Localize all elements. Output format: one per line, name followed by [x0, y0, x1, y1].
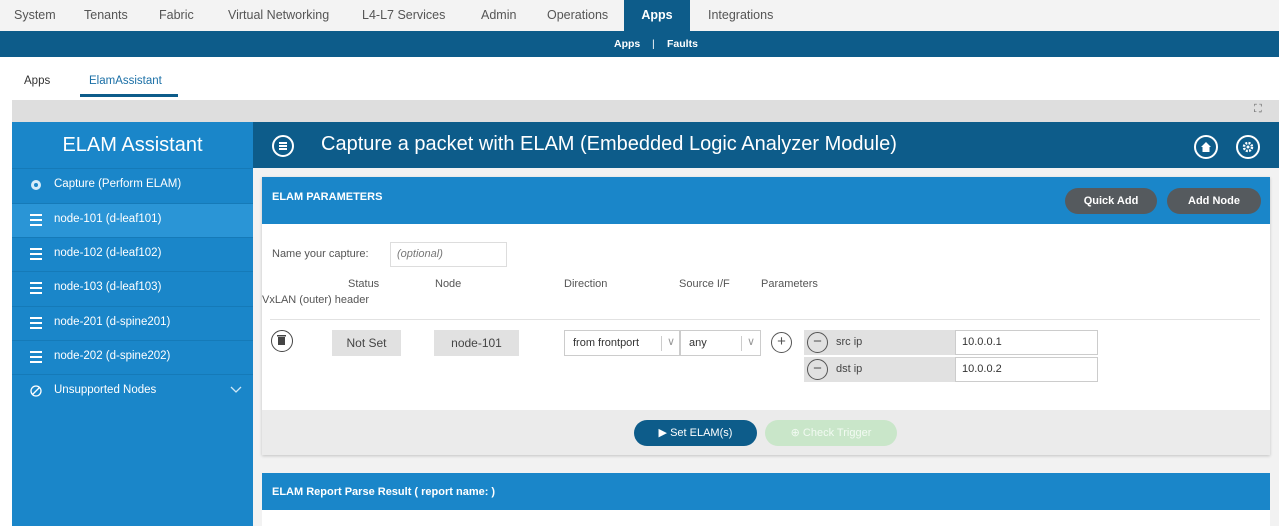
sidebar-item-node-101[interactable]: node-101 (d-leaf101) — [12, 203, 253, 237]
column-source-if: Source I/F — [679, 278, 730, 290]
expand-icon[interactable]: ⛶ — [1254, 103, 1262, 116]
sidebar-item-label: node-103 (d-leaf103) — [54, 281, 162, 293]
subnav-faults[interactable]: Faults — [667, 31, 698, 57]
check-trigger-icon: ⊕ — [790, 427, 800, 439]
sidebar-item-label: node-201 (d-spine201) — [54, 316, 171, 328]
active-tab-indicator — [80, 94, 178, 97]
server-icon — [30, 214, 42, 226]
top-nav: System Tenants Fabric Virtual Networking… — [0, 0, 1279, 31]
gear-icon[interactable] — [1236, 135, 1260, 159]
sidebar-item-node-201[interactable]: node-201 (d-spine201) — [12, 306, 253, 340]
nav-admin[interactable]: Admin — [481, 0, 516, 31]
nav-integrations[interactable]: Integrations — [708, 0, 773, 31]
sidebar-item-unsupported[interactable]: Unsupported Nodes — [12, 374, 253, 408]
capture-icon — [30, 179, 42, 191]
server-icon — [30, 248, 42, 260]
page-title: Capture a packet with ELAM (Embedded Log… — [321, 133, 897, 155]
set-elam-label: Set ELAM(s) — [670, 427, 733, 439]
nav-operations[interactable]: Operations — [547, 0, 608, 31]
nav-apps[interactable]: Apps — [624, 0, 690, 31]
nav-l4-l7-services[interactable]: L4-L7 Services — [362, 0, 445, 31]
add-parameter-icon[interactable]: + — [771, 332, 792, 353]
check-trigger-label: Check Trigger — [802, 427, 872, 439]
direction-select[interactable]: from frontport ∨ — [564, 330, 680, 356]
subnav-apps[interactable]: Apps — [614, 31, 640, 57]
select-divider — [661, 336, 662, 351]
column-parameters: Parameters — [761, 278, 818, 290]
sidebar-item-node-202[interactable]: node-202 (d-spine202) — [12, 340, 253, 374]
parameter-dst-ip: − dst ip — [804, 357, 956, 382]
status-badge: Not Set — [332, 330, 401, 356]
source-if-value: any — [689, 337, 707, 349]
remove-parameter-icon[interactable]: − — [807, 332, 828, 353]
source-if-select[interactable]: any ∨ — [680, 330, 761, 356]
server-icon — [30, 351, 42, 363]
parameter-src-ip: − src ip — [804, 330, 956, 355]
sidebar-item-capture[interactable]: Capture (Perform ELAM) — [12, 168, 253, 202]
server-icon — [30, 282, 42, 294]
sidebar-item-node-102[interactable]: node-102 (d-leaf102) — [12, 237, 253, 271]
app-tabs: Apps ElamAssistant — [0, 57, 1279, 100]
select-divider — [741, 336, 742, 351]
row-divider — [270, 319, 1260, 320]
play-icon: ▶ — [658, 427, 668, 439]
chevron-down-icon[interactable] — [230, 385, 242, 397]
card-title: ELAM PARAMETERS — [272, 191, 383, 203]
add-node-button[interactable]: Add Node — [1167, 188, 1261, 214]
tab-apps[interactable]: Apps — [24, 75, 50, 87]
frame-toolbar — [12, 100, 1279, 122]
trash-icon[interactable] — [271, 330, 293, 352]
capture-name-input[interactable]: (optional) — [390, 242, 507, 267]
sidebar-item-label: Unsupported Nodes — [54, 384, 157, 396]
nav-system[interactable]: System — [14, 0, 56, 31]
report-body — [262, 510, 1270, 526]
remove-parameter-icon[interactable]: − — [807, 359, 828, 380]
menu-icon[interactable] — [272, 135, 294, 157]
direction-value: from frontport — [573, 337, 640, 349]
chevron-down-icon: ∨ — [667, 336, 676, 348]
column-status: Status — [348, 278, 380, 290]
sidebar-item-node-103[interactable]: node-103 (d-leaf103) — [12, 271, 253, 305]
dst-ip-input[interactable]: 10.0.0.2 — [955, 357, 1098, 382]
chevron-down-icon: ∨ — [747, 336, 756, 348]
node-badge: node-101 — [434, 330, 519, 356]
quick-add-button[interactable]: Quick Add — [1065, 188, 1157, 214]
parameter-name: dst ip — [836, 363, 863, 375]
nav-tenants[interactable]: Tenants — [84, 0, 128, 31]
home-icon[interactable] — [1194, 135, 1218, 159]
sidebar-item-label: node-202 (d-spine202) — [54, 350, 171, 362]
server-icon — [30, 317, 42, 329]
parameter-name: src ip — [836, 336, 863, 348]
nav-virtual-networking[interactable]: Virtual Networking — [228, 0, 329, 31]
sidebar-item-label: node-101 (d-leaf101) — [54, 213, 162, 225]
tab-elam-assistant[interactable]: ElamAssistant — [89, 75, 162, 87]
set-elam-button[interactable]: ▶ Set ELAM(s) — [634, 420, 757, 446]
column-direction: Direction — [564, 278, 608, 290]
column-node: Node — [435, 278, 462, 290]
check-trigger-button[interactable]: ⊕ Check Trigger — [765, 420, 897, 446]
capture-name-label: Name your capture: — [272, 248, 369, 260]
subnav-separator: | — [652, 38, 655, 50]
src-ip-input[interactable]: 10.0.0.1 — [955, 330, 1098, 355]
sub-nav: Apps | Faults — [0, 31, 1279, 57]
report-title: ELAM Report Parse Result ( report name: … — [272, 486, 496, 498]
sidebar-item-label: node-102 (d-leaf102) — [54, 247, 162, 259]
column-vxlan-header: VxLAN (outer) header — [262, 294, 369, 306]
nav-fabric[interactable]: Fabric — [159, 0, 194, 31]
sidebar-title: ELAM Assistant — [12, 122, 253, 168]
unsupported-icon — [30, 385, 42, 397]
sidebar-item-label: Capture (Perform ELAM) — [54, 178, 182, 190]
